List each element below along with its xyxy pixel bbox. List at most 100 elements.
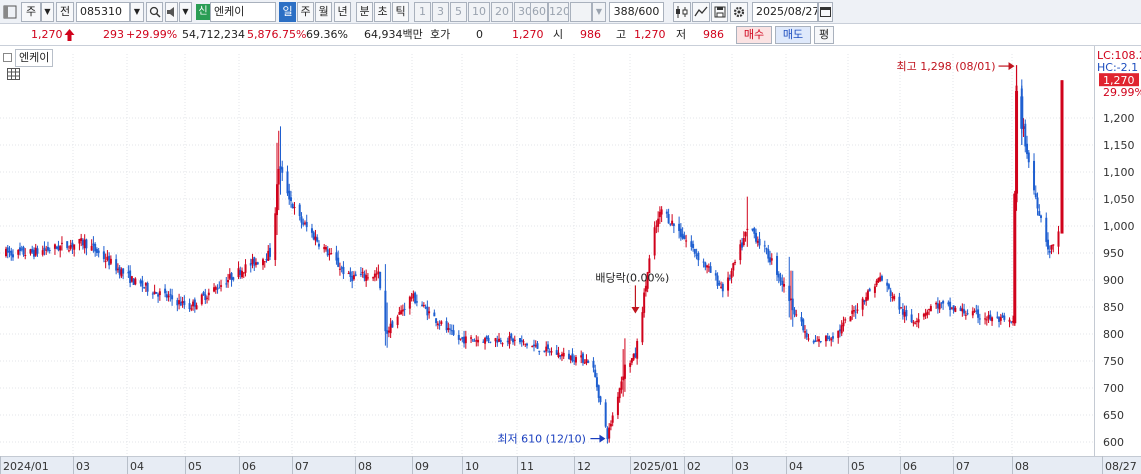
interval-5[interactable]: 5 [450,2,467,22]
candle-body [560,354,563,356]
candle-body [485,336,488,339]
candle-body [893,295,896,300]
buy-button[interactable]: 매수 [736,26,772,44]
candle-body [741,242,744,248]
period-tab-tick[interactable]: 틱 [392,2,409,22]
calendar-icon[interactable] [818,2,833,22]
candle-body [459,338,462,340]
candle-body [335,252,338,261]
candle-body [106,256,109,260]
chart-title: 엔케이 [0,49,54,67]
period-tab-month[interactable]: 월 [315,2,332,22]
avg-button[interactable]: 평 [814,26,834,44]
candle-body [840,325,843,334]
candle-body [24,255,27,257]
candle-body [856,309,859,311]
candle-body [20,248,23,250]
candle-body [475,340,478,342]
candle-body [678,223,681,231]
candle-body [317,243,320,247]
candle-body [436,323,439,326]
candle-body [18,247,21,252]
interval-10[interactable]: 10 [468,2,490,22]
candle-body [53,244,56,249]
candle-body [690,241,693,247]
period-type-button[interactable]: 주 [21,2,41,22]
candle-body [609,423,612,427]
window-icon[interactable] [2,2,18,22]
candle-body [630,358,633,363]
candle-body [499,340,502,343]
candle-settings-icon[interactable] [673,2,691,22]
candle-body [562,352,565,357]
candle-body [852,310,855,312]
candle-body [202,292,205,296]
candle-body [1020,96,1024,129]
candle-body [755,232,758,242]
period-tab-minute[interactable]: 분 [356,2,373,22]
speaker-dropdown-icon[interactable]: ▼ [179,2,192,22]
candle-body [961,308,964,312]
data-count-field[interactable]: 388/600 [609,2,664,22]
collapse-icon[interactable] [3,53,12,62]
interval-120[interactable]: 120 [548,2,569,22]
gear-icon[interactable] [730,2,748,22]
search-icon[interactable] [146,2,163,22]
candle-body [251,259,254,264]
candle-body [574,357,577,363]
candle-body [494,338,497,342]
candle-body [693,248,696,254]
save-icon[interactable] [711,2,728,22]
period-tab-day[interactable]: 일 [279,2,296,22]
line-tool-icon[interactable] [692,2,710,22]
candle-body [253,257,256,266]
candle-body [922,313,925,317]
candle-body [354,274,357,277]
period-tab-week[interactable]: 주 [297,2,314,22]
interval-1[interactable]: 1 [414,2,431,22]
interval-20[interactable]: 20 [491,2,513,22]
period-dropdown-icon[interactable]: ▼ [41,2,54,22]
stock-code-input[interactable]: 085310 [76,2,130,22]
x-tick-label: 2024/01 [3,460,49,473]
candle-body [59,246,62,251]
candle-body [971,311,974,316]
interval-60[interactable]: 60 [530,2,548,22]
stock-name-field[interactable]: 엔케이 [210,2,276,22]
dividend-annotation: 배당락(0.00%) [595,271,669,284]
candle-body [398,312,401,315]
candle-body [95,249,98,253]
speaker-icon[interactable] [165,2,178,22]
candle-body [445,321,448,331]
interval-dropdown-icon[interactable]: ▼ [592,2,606,22]
candle-body [781,280,784,285]
period-tab-second[interactable]: 초 [374,2,391,22]
candle-body [450,330,453,332]
price-change: 293 [103,28,124,41]
prev-button[interactable]: 전 [56,2,74,22]
x-tick-label: 11 [520,460,534,473]
candle-body [889,290,892,297]
candle-body [338,268,341,270]
candle-body [522,341,525,343]
candle-body [887,284,890,289]
candle-body [349,271,352,278]
candle-body [831,336,834,339]
candle-body [837,330,840,338]
sell-button[interactable]: 매도 [775,26,811,44]
open-label: 시 [553,28,564,41]
grid-icon[interactable] [7,68,20,80]
period-tab-year[interactable]: 년 [334,2,351,22]
interval-input[interactable] [570,2,592,22]
candle-body [861,298,864,310]
candle-body [428,311,431,314]
candle-body [122,268,125,274]
candle-body [314,236,317,241]
code-dropdown-icon[interactable]: ▼ [130,2,144,22]
candle-body [118,267,121,275]
interval-3[interactable]: 3 [432,2,449,22]
date-field[interactable]: 2025/08/27 [752,2,818,22]
candle-body [865,297,868,301]
candle-body [510,333,513,339]
chart-stock-name: 엔케이 [15,49,54,67]
